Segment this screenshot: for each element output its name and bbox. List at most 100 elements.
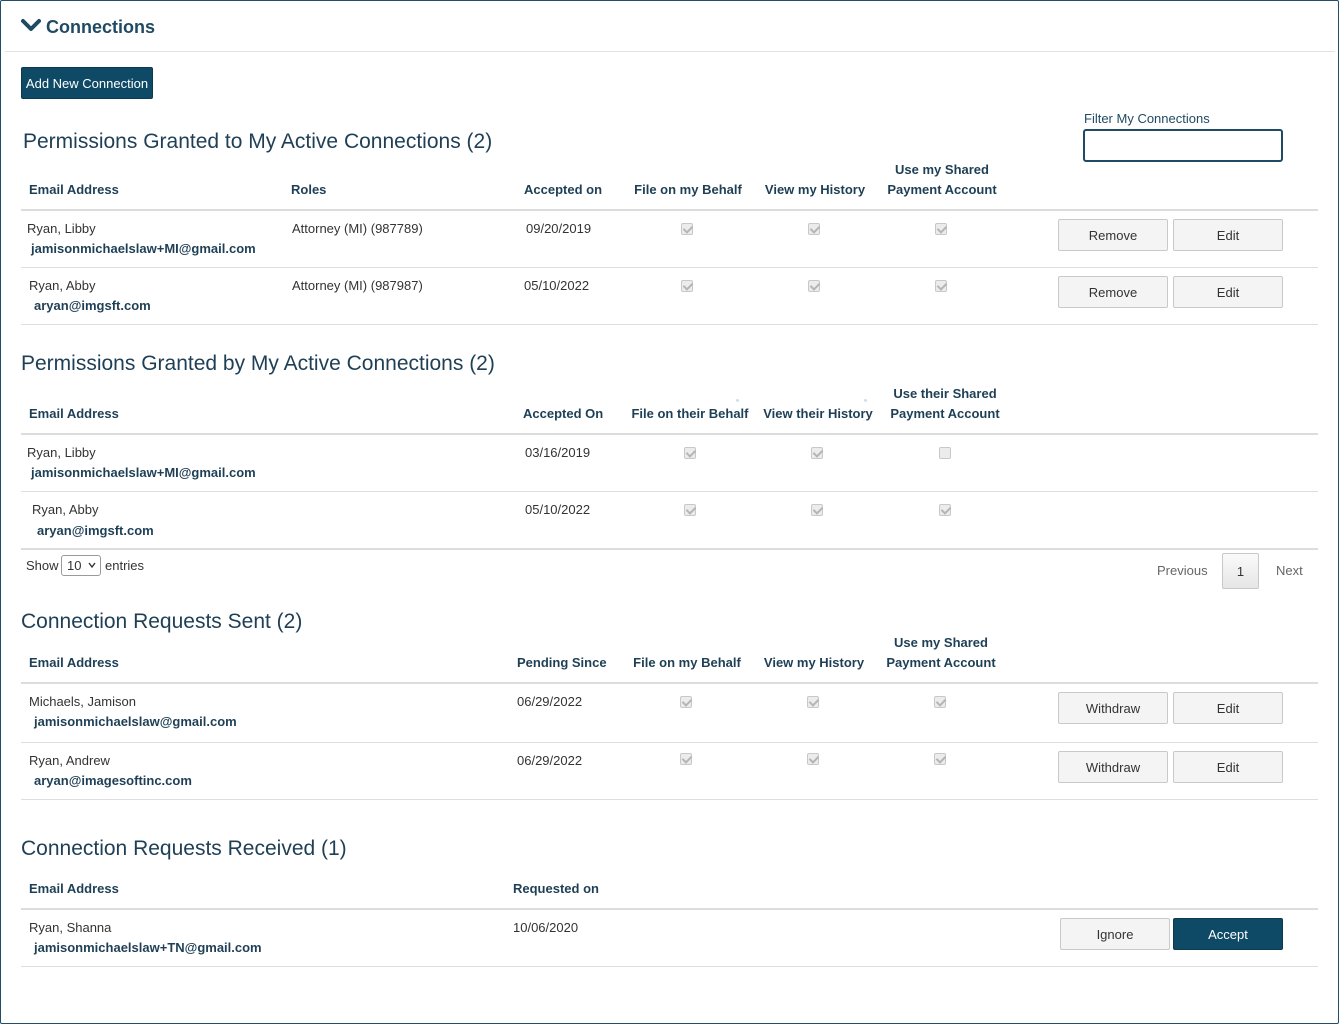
file-behalf-checkbox[interactable] — [684, 504, 696, 516]
entries-select[interactable]: 10 — [61, 555, 101, 576]
col-requested: Requested on — [513, 881, 599, 896]
show-label: Show — [26, 558, 59, 573]
entries-label: entries — [105, 558, 145, 573]
add-new-connection-button[interactable]: Add New Connection — [21, 67, 153, 99]
withdraw-button[interactable]: Withdraw — [1058, 751, 1168, 783]
shared-payment-checkbox[interactable] — [934, 696, 946, 708]
col-shared-1: Use my Shared — [895, 162, 989, 177]
row-divider — [21, 491, 1318, 492]
shared-payment-checkbox[interactable] — [939, 447, 951, 459]
row-email: aryan@imgsft.com — [34, 298, 151, 313]
accept-button[interactable]: Accept — [1173, 918, 1283, 950]
col-email: Email Address — [29, 655, 119, 670]
edit-button[interactable]: Edit — [1173, 219, 1283, 251]
panel-title: Connections — [46, 17, 156, 37]
row-email: aryan@imagesoftinc.com — [34, 773, 192, 788]
remove-button[interactable]: Remove — [1058, 219, 1168, 251]
row-role: Attorney (MI) (987987) — [292, 278, 423, 293]
row-name: Ryan, Libby — [27, 221, 96, 236]
table-header-divider — [21, 433, 1318, 435]
edit-button[interactable]: Edit — [1173, 751, 1283, 783]
col-roles: Roles — [291, 182, 327, 197]
view-history-checkbox[interactable] — [811, 504, 823, 516]
shared-payment-checkbox[interactable] — [935, 223, 947, 235]
col-view-history: View my History — [764, 182, 866, 197]
row-date: 10/06/2020 — [513, 920, 579, 935]
table-footer-divider — [21, 548, 1318, 550]
remove-button[interactable]: Remove — [1058, 276, 1168, 308]
row-date: 05/10/2022 — [525, 502, 591, 517]
panel-header[interactable] — [5, 0, 1335, 52]
row-name: Michaels, Jamison — [29, 694, 136, 709]
table-header-divider — [21, 209, 1318, 211]
row-date: 03/16/2019 — [525, 445, 591, 460]
table-header-divider — [21, 908, 1318, 910]
chevron-down-icon — [88, 562, 96, 569]
row-role: Attorney (MI) (987789) — [292, 221, 423, 236]
sort-indicator-icon[interactable] — [736, 399, 739, 402]
view-history-checkbox[interactable] — [807, 696, 819, 708]
file-behalf-checkbox[interactable] — [680, 753, 692, 765]
row-email: jamisonmichaelslaw@gmail.com — [34, 714, 237, 729]
row-name: Ryan, Abby — [29, 278, 96, 293]
shared-payment-checkbox[interactable] — [935, 280, 947, 292]
col-file-behalf: File on my Behalf — [634, 182, 742, 197]
sort-indicator-icon[interactable] — [864, 399, 867, 402]
row-name: Ryan, Shanna — [29, 920, 112, 935]
file-behalf-checkbox[interactable] — [681, 280, 693, 292]
filter-label: Filter My Connections — [1084, 111, 1210, 126]
sent-title: Connection Requests Sent (2) — [21, 610, 303, 633]
edit-button[interactable]: Edit — [1173, 692, 1283, 724]
col-file-behalf: File on my Behalf — [633, 655, 741, 670]
received-title: Connection Requests Received (1) — [21, 837, 347, 860]
view-history-checkbox[interactable] — [808, 223, 820, 235]
view-history-checkbox[interactable] — [807, 753, 819, 765]
col-accepted: Accepted on — [524, 182, 603, 197]
withdraw-button[interactable]: Withdraw — [1058, 692, 1168, 724]
col-shared-2: Payment Account — [886, 655, 996, 670]
filter-connections-input[interactable] — [1083, 129, 1283, 162]
col-shared-1: Use their Shared — [893, 386, 997, 401]
row-date: 06/29/2022 — [517, 753, 583, 768]
next-page-link[interactable]: Next — [1276, 563, 1303, 578]
row-name: Ryan, Abby — [32, 502, 99, 517]
shared-payment-checkbox[interactable] — [934, 753, 946, 765]
col-shared-2: Payment Account — [887, 182, 997, 197]
col-shared-1: Use my Shared — [894, 635, 988, 650]
row-email: jamisonmichaelslaw+MI@gmail.com — [31, 465, 256, 480]
col-pending: Pending Since — [517, 655, 607, 670]
row-email: aryan@imgsft.com — [37, 523, 154, 538]
file-behalf-checkbox[interactable] — [680, 696, 692, 708]
file-behalf-checkbox[interactable] — [681, 223, 693, 235]
row-date: 06/29/2022 — [517, 694, 583, 709]
file-behalf-checkbox[interactable] — [684, 447, 696, 459]
page-1-button[interactable]: 1 — [1222, 553, 1259, 589]
row-email: jamisonmichaelslaw+TN@gmail.com — [34, 940, 262, 955]
row-date: 09/20/2019 — [526, 221, 592, 236]
row-divider — [21, 966, 1318, 967]
row-date: 05/10/2022 — [524, 278, 590, 293]
shared-payment-checkbox[interactable] — [939, 504, 951, 516]
chevron-down-icon[interactable] — [21, 18, 41, 32]
row-divider — [21, 324, 1318, 325]
col-shared-2: Payment Account — [890, 406, 1000, 421]
col-accepted: Accepted On — [523, 406, 604, 421]
col-view-history: View my History — [763, 655, 865, 670]
table-header-divider — [21, 682, 1318, 684]
entries-value: 10 — [67, 558, 82, 573]
row-divider — [21, 267, 1318, 268]
col-email: Email Address — [29, 406, 119, 421]
col-file-behalf: File on their Behalf — [631, 406, 749, 421]
previous-page-link[interactable]: Previous — [1157, 563, 1208, 578]
row-name: Ryan, Libby — [27, 445, 96, 460]
granted-by-title: Permissions Granted by My Active Connect… — [21, 352, 495, 375]
ignore-button[interactable]: Ignore — [1060, 918, 1170, 950]
row-divider — [21, 742, 1318, 743]
col-view-history: View their History — [763, 406, 873, 421]
view-history-checkbox[interactable] — [811, 447, 823, 459]
col-email: Email Address — [29, 182, 119, 197]
row-name: Ryan, Andrew — [29, 753, 110, 768]
edit-button[interactable]: Edit — [1173, 276, 1283, 308]
view-history-checkbox[interactable] — [808, 280, 820, 292]
row-divider — [21, 799, 1318, 800]
